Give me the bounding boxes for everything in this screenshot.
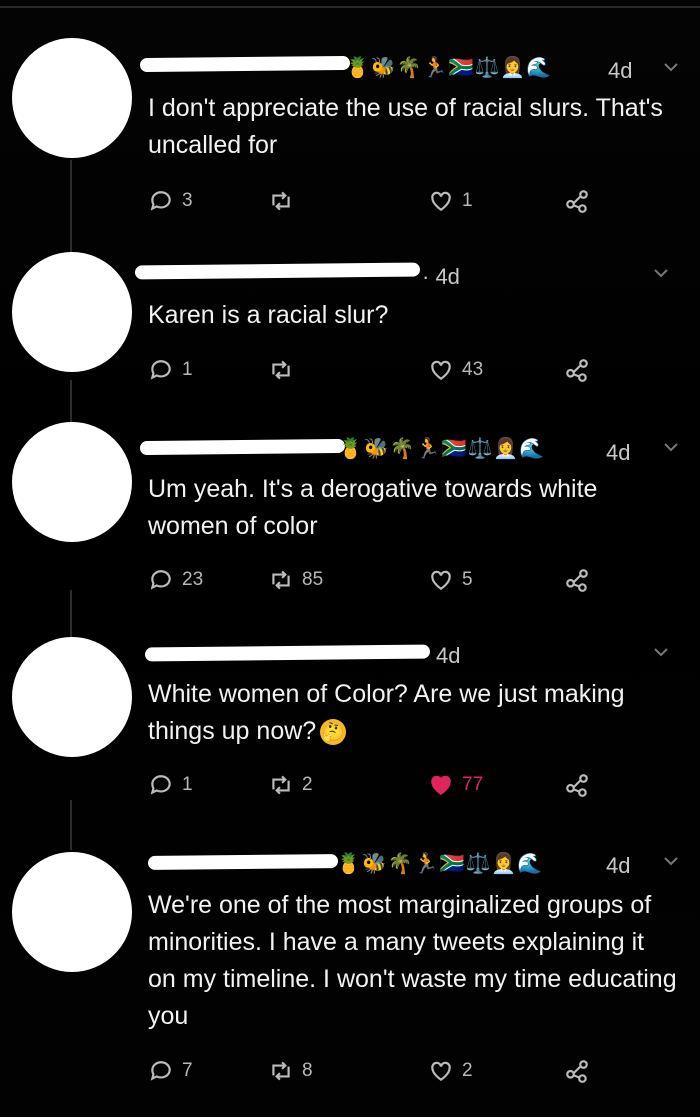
tweet-text: We're one of the most marginalized group… xyxy=(148,891,677,1030)
chevron-down-icon[interactable] xyxy=(662,438,680,456)
top-divider xyxy=(0,6,700,8)
reply-count: 3 xyxy=(182,190,193,211)
timeline: 🍍🐝🌴🏃🇿🇦⚖️👩‍💼🌊 4d I don't appreciate the u… xyxy=(0,0,700,1117)
reply-icon xyxy=(150,775,171,795)
reply-count: 1 xyxy=(182,359,193,380)
retweet-button[interactable] xyxy=(268,188,302,214)
thinking-face-emoji: 🤔 xyxy=(320,719,347,746)
reply-icon xyxy=(150,570,171,590)
redacted-username xyxy=(139,55,351,73)
redacted-username xyxy=(147,854,339,870)
avatar[interactable] xyxy=(12,637,132,757)
heart-icon xyxy=(431,360,451,380)
like-button[interactable]: 2 xyxy=(428,1058,473,1084)
retweet-count: 8 xyxy=(302,1060,313,1081)
tweet-text: White women of Color? Are we just making… xyxy=(148,680,625,745)
share-button[interactable] xyxy=(564,567,590,593)
thread-line xyxy=(70,800,72,850)
redacted-username xyxy=(139,438,346,456)
redacted-username xyxy=(134,262,421,280)
tweet-text: Karen is a racial slur? xyxy=(148,301,389,329)
tweet-text: I don't appreciate the use of racial slu… xyxy=(148,94,663,159)
retweet-icon xyxy=(272,570,290,590)
share-button[interactable] xyxy=(564,357,590,383)
reply-button[interactable]: 3 xyxy=(148,188,193,214)
username-emojis: 🍍🐝🌴🏃🇿🇦⚖️👩‍💼🌊 xyxy=(336,853,544,875)
retweet-button[interactable] xyxy=(268,357,302,383)
reply-button[interactable]: 23 xyxy=(148,567,203,593)
heart-icon xyxy=(431,191,451,211)
like-count: 1 xyxy=(462,190,473,211)
chevron-down-icon[interactable] xyxy=(662,58,680,76)
username-emojis: 🍍🐝🌴🏃🇿🇦⚖️👩‍💼🌊 xyxy=(345,57,553,79)
tweet-actions: 1 43 xyxy=(148,357,608,387)
like-button[interactable]: 5 xyxy=(428,567,473,593)
reply-button[interactable]: 1 xyxy=(148,772,193,798)
reply-button[interactable]: 7 xyxy=(148,1058,193,1084)
retweet-button[interactable]: 2 xyxy=(268,772,313,798)
share-button[interactable] xyxy=(564,188,590,214)
redacted-username xyxy=(144,644,431,662)
like-count: 5 xyxy=(462,569,473,590)
share-icon xyxy=(566,359,588,382)
retweet-button[interactable]: 8 xyxy=(268,1058,313,1084)
retweet-icon xyxy=(272,775,290,795)
like-count: 43 xyxy=(462,359,484,380)
tweet-timestamp[interactable]: 4d xyxy=(436,643,460,669)
chevron-down-icon[interactable] xyxy=(652,643,670,661)
username-emojis: 🍍🐝🌴🏃🇿🇦⚖️👩‍💼🌊 xyxy=(338,438,546,460)
reply-icon xyxy=(150,360,171,380)
reply-icon xyxy=(150,191,171,211)
avatar[interactable] xyxy=(12,422,132,542)
retweet-button[interactable]: 85 xyxy=(268,567,323,593)
like-button[interactable]: 77 xyxy=(428,772,483,798)
reply-icon xyxy=(150,1061,171,1081)
tweet-text-container: White women of Color? Are we just making… xyxy=(148,676,678,750)
retweet-count: 2 xyxy=(302,774,313,795)
heart-icon xyxy=(431,570,451,590)
like-count: 77 xyxy=(462,774,484,795)
share-button[interactable] xyxy=(564,772,590,798)
share-icon xyxy=(566,569,588,592)
retweet-icon xyxy=(272,360,290,380)
reply-count: 23 xyxy=(182,569,204,590)
thread-line xyxy=(70,590,72,640)
reply-button[interactable]: 1 xyxy=(148,357,193,383)
avatar[interactable] xyxy=(12,252,132,372)
tweet-text: Um yeah. It's a derogative towards white… xyxy=(148,475,598,540)
tweet-timestamp[interactable]: 4d xyxy=(608,58,632,84)
avatar[interactable] xyxy=(12,852,132,972)
share-icon xyxy=(566,774,588,797)
tweet-actions: 1 2 77 xyxy=(148,772,608,802)
retweet-count: 85 xyxy=(302,569,324,590)
tweet-timestamp[interactable]: 4d xyxy=(606,440,630,466)
avatar[interactable] xyxy=(12,38,132,158)
reply-count: 7 xyxy=(182,1060,193,1081)
share-icon xyxy=(566,1060,588,1083)
share-icon xyxy=(566,190,588,213)
tweet-actions: 23 85 5 xyxy=(148,567,608,597)
like-count: 2 xyxy=(462,1060,473,1081)
tweet-timestamp[interactable]: 4d xyxy=(606,853,630,879)
like-button[interactable]: 43 xyxy=(428,357,483,383)
like-button[interactable]: 1 xyxy=(428,188,473,214)
heart-icon xyxy=(431,1061,451,1081)
reply-count: 1 xyxy=(182,774,193,795)
chevron-down-icon[interactable] xyxy=(652,264,670,282)
tweet-actions: 7 8 2 xyxy=(148,1058,608,1088)
heart-icon xyxy=(431,775,451,795)
chevron-down-icon[interactable] xyxy=(662,852,680,870)
share-button[interactable] xyxy=(564,1058,590,1084)
retweet-icon xyxy=(272,191,290,211)
tweet-actions: 3 1 xyxy=(148,188,608,218)
tweet-timestamp[interactable]: · 4d xyxy=(422,264,460,290)
retweet-icon xyxy=(272,1061,290,1081)
